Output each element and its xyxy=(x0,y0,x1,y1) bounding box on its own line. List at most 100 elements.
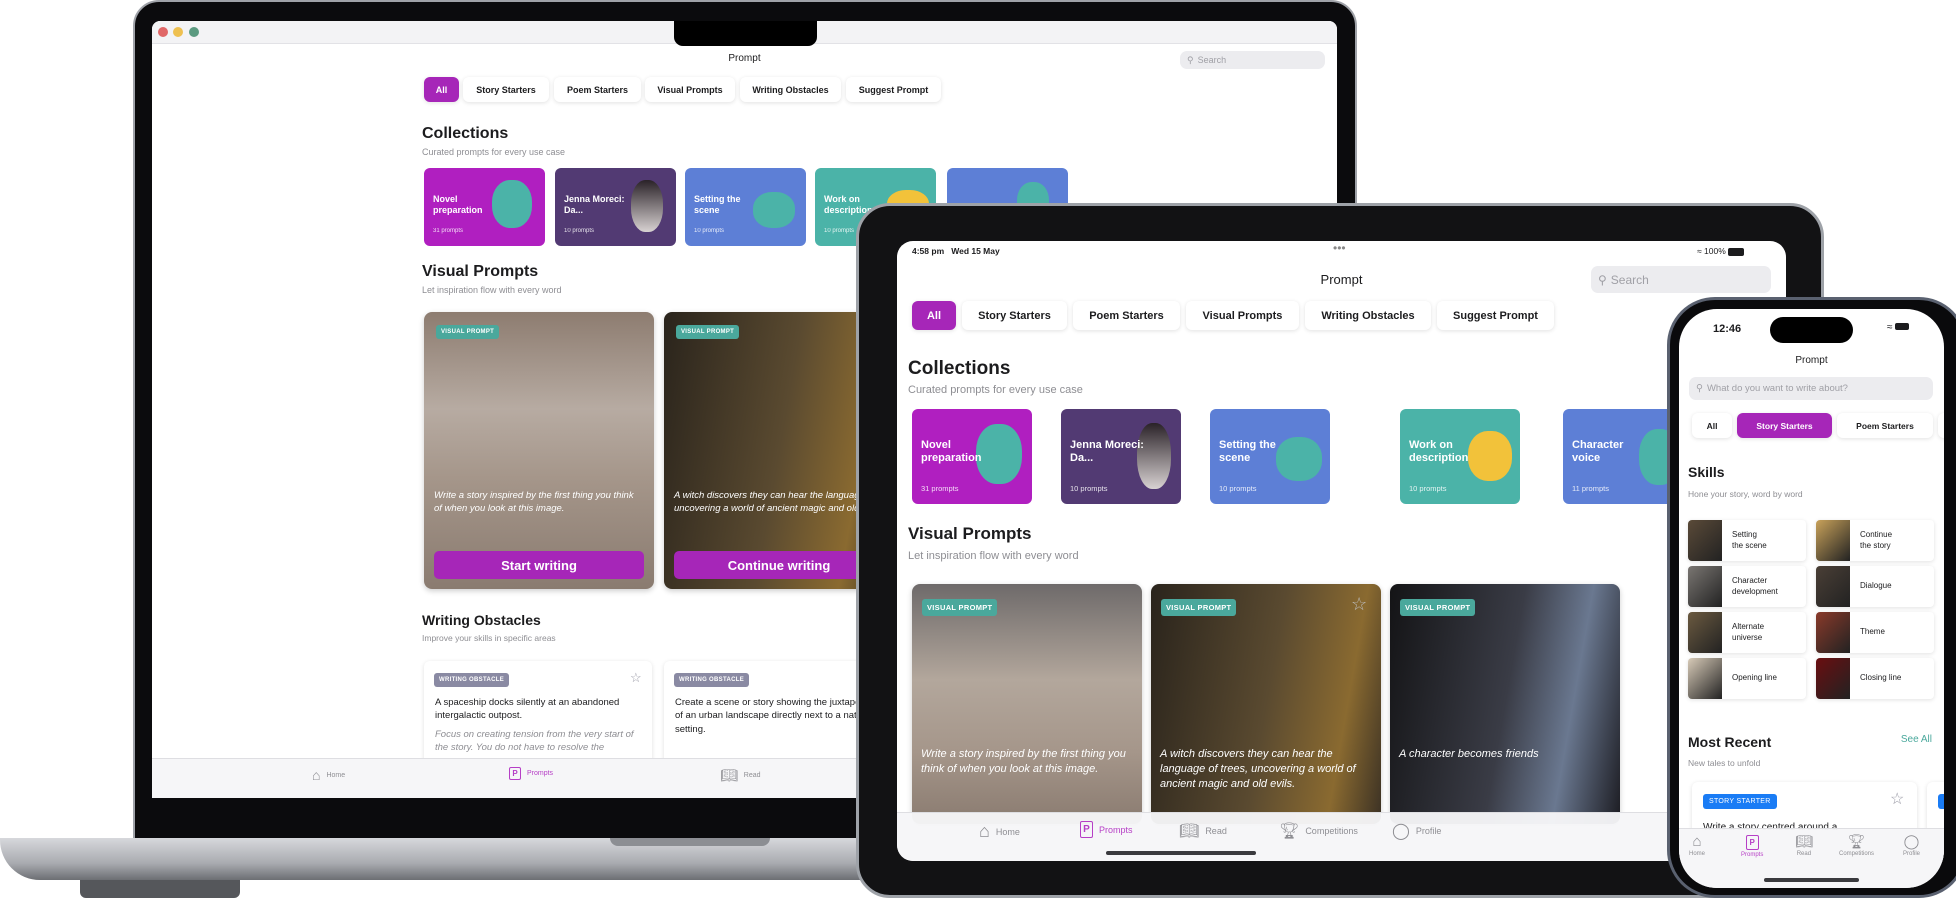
collection-card[interactable]: Character voice 11 prompts xyxy=(1563,409,1683,504)
illustration-icon xyxy=(492,180,532,228)
writing-obstacle-badge: WRITING OBSTACLE xyxy=(434,673,510,687)
favorite-star-icon[interactable]: ☆ xyxy=(1351,594,1367,615)
search-icon: ⚲ xyxy=(1696,383,1703,394)
writing-obstacle-card[interactable]: WRITING OBSTACLE ☆ A spaceship docks sil… xyxy=(424,661,652,771)
tab-profile[interactable]: ◯ Profile xyxy=(1903,833,1920,857)
page-title: Prompt xyxy=(1795,355,1828,366)
collection-card[interactable]: Novel preparation 31 prompts xyxy=(424,168,545,246)
tab-prompts[interactable]: P Prompts xyxy=(1741,835,1763,858)
tab-competitions[interactable]: 🏆︎ Competitions xyxy=(1279,821,1358,841)
visual-prompt-card[interactable]: VISUAL PROMPT ☆ A witch discovers they c… xyxy=(1151,584,1381,824)
filter-suggest-prompt[interactable]: Suggest Prompt xyxy=(846,77,941,102)
tablet-screen: 4:58 pm Wed 15 May ••• ≈ 100% Prompt ⚲ Se… xyxy=(897,241,1786,861)
visual-prompt-card[interactable]: VISUAL PROMPT A character becomes friend… xyxy=(1390,584,1620,824)
filter-all[interactable]: All xyxy=(424,77,459,102)
tab-home[interactable]: ⌂ Home xyxy=(979,821,1020,842)
tab-read[interactable]: 📖︎ Read xyxy=(720,767,761,784)
visual-prompt-card[interactable]: VISUAL PROMPT Write a story inspired by … xyxy=(424,312,654,589)
visual-prompt-card[interactable]: VISUAL PROMPT Write a story inspired by … xyxy=(912,584,1142,824)
tab-prompts[interactable]: P Prompts xyxy=(509,767,553,780)
search-input[interactable]: ⚲ Search xyxy=(1591,266,1771,293)
filter-poem-starters[interactable]: Poem Starters xyxy=(1073,301,1180,330)
phone-screen: 12:46 ≈ Prompt ⚲ What do you want to writ… xyxy=(1679,309,1944,888)
search-icon: ⚲ xyxy=(1598,272,1607,287)
visual-prompts-heading: Visual Prompts xyxy=(422,263,539,280)
favorite-star-icon[interactable]: ☆ xyxy=(630,670,642,686)
dynamic-island xyxy=(1770,317,1853,343)
prompts-p-icon: P xyxy=(1080,821,1093,838)
minimize-window-button[interactable] xyxy=(173,27,183,37)
mountain-illustration-icon xyxy=(1276,437,1322,481)
collection-card[interactable]: Jenna Moreci: Da... 10 prompts xyxy=(1061,409,1181,504)
filter-writing-obstacles[interactable]: Writing Obstacles xyxy=(1305,301,1431,330)
skills-subtitle: Hone your story, word by word xyxy=(1688,489,1803,499)
tab-profile[interactable]: ◯ Profile xyxy=(1392,821,1441,841)
most-recent-subtitle: New tales to unfold xyxy=(1688,758,1761,768)
continue-writing-button[interactable]: Continue writing xyxy=(674,551,884,579)
collection-card[interactable]: Jenna Moreci: Da... 10 prompts xyxy=(555,168,676,246)
tab-home[interactable]: ⌂ Home xyxy=(1689,833,1705,857)
tab-competitions[interactable]: 🏆︎ Competitions xyxy=(1839,833,1874,857)
filter-suggest-prompt[interactable]: Suggest Prompt xyxy=(1437,301,1554,330)
skill-item[interactable]: Theme xyxy=(1816,612,1934,653)
start-writing-button[interactable]: Start writing xyxy=(434,551,644,579)
filter-all[interactable]: All xyxy=(912,301,956,330)
filter-poem-starters[interactable]: Poem Starters xyxy=(554,77,641,102)
skill-item[interactable]: Character development xyxy=(1688,566,1806,607)
filter-more[interactable] xyxy=(1938,413,1944,438)
filter-visual-prompts[interactable]: Visual Prompts xyxy=(645,77,735,102)
tab-read[interactable]: 📖︎ Read xyxy=(1179,821,1227,841)
multitasking-dots-icon[interactable]: ••• xyxy=(1333,241,1346,255)
see-all-link[interactable]: See All xyxy=(1901,734,1932,745)
maximize-window-button[interactable] xyxy=(189,27,199,37)
skill-item[interactable]: Continue the story xyxy=(1816,520,1934,561)
filter-story-starters[interactable]: Story Starters xyxy=(962,301,1067,330)
close-window-button[interactable] xyxy=(158,27,168,37)
trophy-icon: 🏆︎ xyxy=(1279,823,1300,840)
skill-thumbnail-image xyxy=(1816,520,1850,561)
skill-item[interactable]: Closing line xyxy=(1816,658,1934,699)
collection-card[interactable]: Work on description 10 prompts xyxy=(1400,409,1520,504)
visual-prompts-heading: Visual Prompts xyxy=(908,524,1032,543)
skill-label: Setting the scene xyxy=(1732,529,1767,550)
skill-item[interactable]: Dialogue xyxy=(1816,566,1934,607)
filter-story-starters[interactable]: Story Starters xyxy=(463,77,549,102)
trophy-icon: 🏆︎ xyxy=(1847,833,1866,849)
visual-prompts-subtitle: Let inspiration flow with every word xyxy=(908,550,1079,562)
skill-thumbnail-image xyxy=(1688,658,1722,699)
skills-heading: Skills xyxy=(1688,464,1725,480)
tab-bar: ⌂ Home P Prompts 📖︎ Read 🏆︎ Competitions ◯ Pr… xyxy=(897,812,1786,861)
skill-item[interactable]: Opening line xyxy=(1688,658,1806,699)
collections-subtitle: Curated prompts for every use case xyxy=(908,384,1083,396)
laptop-base-notch xyxy=(610,838,770,846)
filter-all[interactable]: All xyxy=(1692,413,1732,438)
filter-writing-obstacles[interactable]: Writing Obstacles xyxy=(740,77,841,102)
tab-home[interactable]: ⌂ Home xyxy=(312,767,345,783)
skill-thumbnail-image xyxy=(1688,566,1722,607)
skill-thumbnail-image xyxy=(1816,566,1850,607)
search-input[interactable]: ⚲ Search xyxy=(1180,51,1325,69)
favorite-star-icon[interactable]: ☆ xyxy=(1890,789,1904,809)
collection-card[interactable]: Novel preparation 31 prompts xyxy=(912,409,1032,504)
collections-subtitle: Curated prompts for every use case xyxy=(422,147,566,157)
skill-thumbnail-image xyxy=(1816,658,1850,699)
page-title: Prompt xyxy=(728,53,761,64)
collection-card[interactable]: Setting the scene 10 prompts xyxy=(1210,409,1330,504)
tab-read[interactable]: 📖︎ Read xyxy=(1795,833,1813,857)
skill-label: Alternate universe xyxy=(1732,621,1765,642)
skill-item[interactable]: Alternate universe xyxy=(1688,612,1806,653)
home-indicator xyxy=(1764,878,1859,882)
wifi-icon: ≈ xyxy=(1697,246,1702,256)
laptop-foot xyxy=(80,880,240,898)
tab-prompts[interactable]: P Prompts xyxy=(1080,821,1133,838)
visual-prompt-badge: VISUAL PROMPT xyxy=(1400,599,1476,616)
search-input[interactable]: ⚲ What do you want to write about? xyxy=(1689,377,1933,400)
mountain-illustration-icon xyxy=(753,192,795,228)
collection-card[interactable]: Setting the scene 10 prompts xyxy=(685,168,806,246)
filter-poem-starters[interactable]: Poem Starters xyxy=(1837,413,1933,438)
skill-label: Closing line xyxy=(1860,673,1902,683)
collections-heading: Collections xyxy=(422,125,509,142)
filter-visual-prompts[interactable]: Visual Prompts xyxy=(1186,301,1299,330)
filter-story-starters[interactable]: Story Starters xyxy=(1737,413,1832,438)
skill-item[interactable]: Setting the scene xyxy=(1688,520,1806,561)
